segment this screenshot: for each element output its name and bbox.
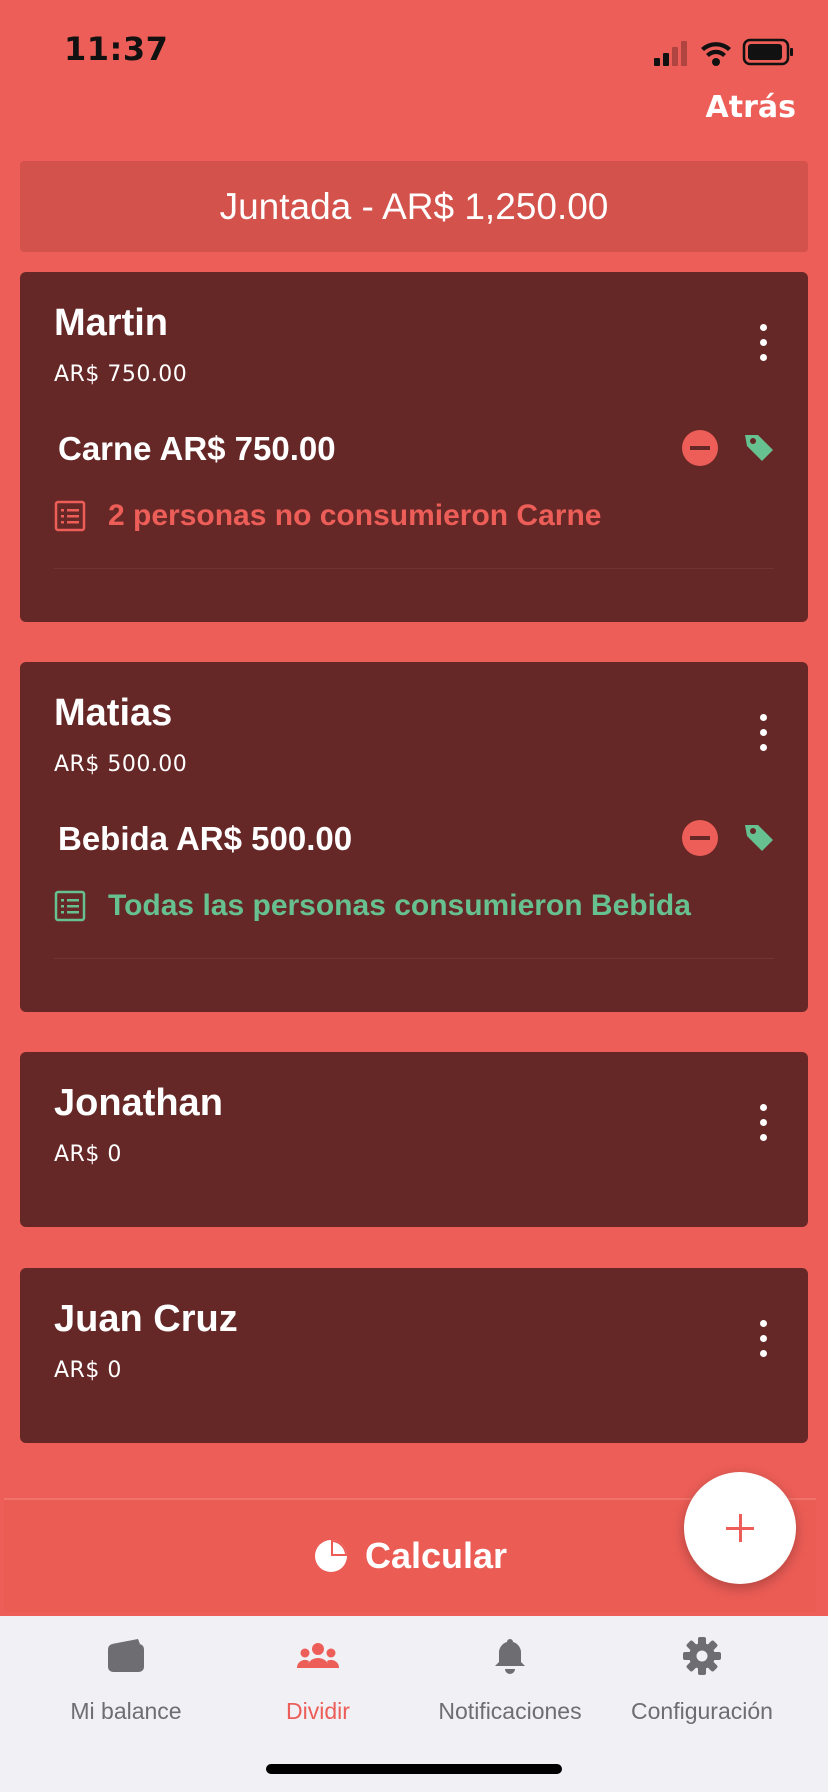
list-icon <box>54 500 86 532</box>
pie-chart-icon <box>314 1540 347 1572</box>
person-card-matias[interactable]: Matias AR$ 500.00 Bebida AR$ 500.00 Toda… <box>20 662 808 1012</box>
expense-item-label: Carne AR$ 750.00 <box>58 430 336 467</box>
consumption-note-text: 2 personas no consumieron Carne <box>108 499 602 532</box>
calculate-label: Calcular <box>364 1535 508 1576</box>
signal-icon <box>654 41 687 66</box>
tag-icon[interactable] <box>742 820 776 854</box>
event-header: Juntada - AR$ 1,250.00 <box>20 161 808 252</box>
wifi-icon <box>701 42 731 66</box>
more-options-icon[interactable] <box>758 714 768 758</box>
person-name: Martin <box>54 302 168 344</box>
status-icons <box>654 38 793 66</box>
bell-icon <box>495 1639 525 1674</box>
battery-icon <box>742 38 793 66</box>
person-amount: AR$ 0 <box>54 1358 122 1383</box>
remove-expense-icon[interactable] <box>682 820 718 856</box>
remove-expense-icon[interactable] <box>682 430 718 466</box>
calculate-content: Calcular <box>313 1535 507 1577</box>
home-indicator <box>266 1764 562 1774</box>
tab-dividir[interactable]: Dividir <box>218 1636 418 1725</box>
divider <box>54 568 774 569</box>
status-bar: 11:37 <box>0 0 828 100</box>
consumption-note[interactable]: Todas las personas consumieron Bebida <box>54 886 691 926</box>
tab-label: Configuración <box>631 1698 773 1724</box>
person-name: Jonathan <box>54 1082 223 1124</box>
tab-configuracion[interactable]: Configuración <box>602 1636 802 1725</box>
more-options-icon[interactable] <box>758 1104 768 1148</box>
expense-item-label: Bebida AR$ 500.00 <box>58 820 353 857</box>
more-options-icon[interactable] <box>758 1320 768 1364</box>
consumption-note[interactable]: 2 personas no consumieron Carne <box>54 496 601 536</box>
person-card-martin[interactable]: Martin AR$ 750.00 Carne AR$ 750.00 2 per… <box>20 272 808 622</box>
back-button[interactable]: Atrás <box>706 90 796 125</box>
more-options-icon[interactable] <box>758 324 768 368</box>
event-title: Juntada - AR$ 1,250.00 <box>219 185 609 227</box>
tab-label: Mi balance <box>70 1698 182 1724</box>
person-card-juan-cruz[interactable]: Juan Cruz AR$ 0 <box>20 1268 808 1443</box>
person-amount: AR$ 500.00 <box>54 752 188 777</box>
status-time: 11:37 <box>64 30 169 68</box>
tab-label: Notificaciones <box>438 1698 582 1724</box>
tab-mi-balance[interactable]: Mi balance <box>26 1636 226 1725</box>
person-name: Matias <box>54 692 173 734</box>
person-card-jonathan[interactable]: Jonathan AR$ 0 <box>20 1052 808 1227</box>
consumption-note-text: Todas las personas consumieron Bebida <box>108 889 691 922</box>
list-icon <box>54 890 86 922</box>
tab-label: Dividir <box>286 1698 350 1724</box>
tab-notificaciones[interactable]: Notificaciones <box>410 1636 610 1725</box>
person-amount: AR$ 750.00 <box>54 362 188 387</box>
gear-icon <box>683 1637 721 1675</box>
tag-icon[interactable] <box>742 430 776 464</box>
divider <box>54 958 774 959</box>
people-icon <box>296 1643 340 1668</box>
person-amount: AR$ 0 <box>54 1142 122 1167</box>
add-person-button[interactable] <box>684 1472 796 1584</box>
wallet-icon <box>108 1639 144 1672</box>
person-name: Juan Cruz <box>54 1298 238 1340</box>
